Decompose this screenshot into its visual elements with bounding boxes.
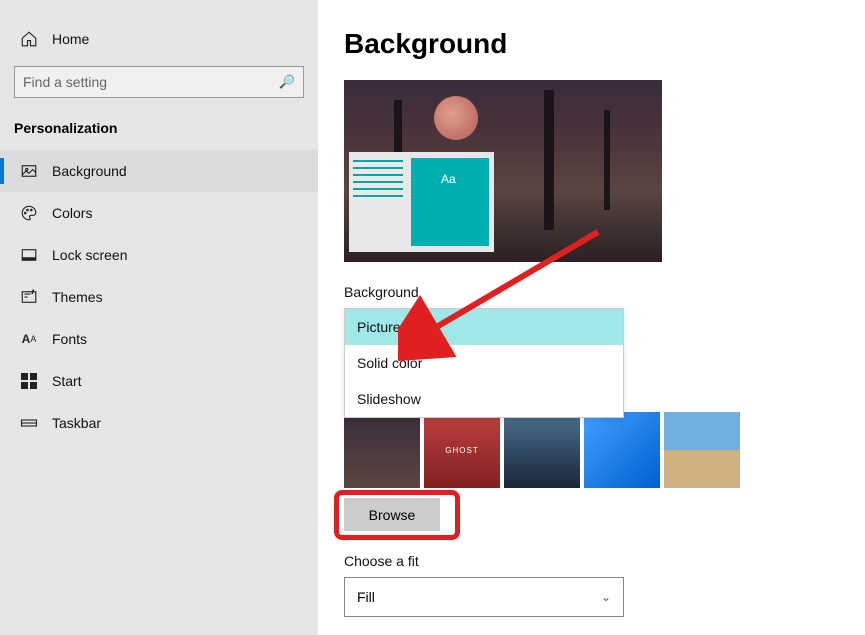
section-title: Personalization: [0, 116, 318, 150]
background-dropdown-label: Background: [344, 284, 865, 300]
home-label: Home: [52, 31, 89, 47]
thumbnail[interactable]: GHOST: [424, 412, 500, 488]
sidebar-item-taskbar[interactable]: Taskbar: [0, 402, 318, 444]
fit-dropdown[interactable]: Fill ⌄: [344, 577, 624, 617]
dropdown-option-slideshow[interactable]: Slideshow: [345, 381, 623, 417]
sidebar-item-background[interactable]: Background: [0, 150, 318, 192]
sidebar-item-label: Start: [52, 373, 82, 389]
background-dropdown-list: Picture Solid color Slideshow: [344, 308, 624, 418]
preview-shape: [604, 110, 610, 210]
browse-button[interactable]: Browse: [344, 498, 440, 531]
fit-label: Choose a fit: [344, 553, 865, 569]
search-input[interactable]: [23, 74, 279, 90]
sidebar-item-label: Lock screen: [52, 247, 127, 263]
picture-thumbnails: GHOST: [344, 412, 865, 488]
lockscreen-icon: [20, 246, 38, 264]
search-icon: 🔍: [279, 74, 295, 90]
thumbnail[interactable]: [344, 412, 420, 488]
sidebar-item-label: Background: [52, 163, 127, 179]
preview-moon: [434, 96, 478, 140]
preview-shape: [544, 90, 554, 230]
themes-icon: [20, 288, 38, 306]
chevron-down-icon: ⌄: [601, 590, 611, 604]
fit-value: Fill: [357, 589, 375, 605]
dropdown-option-solid[interactable]: Solid color: [345, 345, 623, 381]
sidebar-item-fonts[interactable]: AA Fonts: [0, 318, 318, 360]
search-box[interactable]: 🔍: [14, 66, 304, 98]
settings-sidebar: Home 🔍 Personalization Background Colors…: [0, 0, 318, 635]
sidebar-item-lockscreen[interactable]: Lock screen: [0, 234, 318, 276]
picture-icon: [20, 162, 38, 180]
preview-window-mock: Aa: [349, 152, 494, 252]
sidebar-item-label: Fonts: [52, 331, 87, 347]
dropdown-option-picture[interactable]: Picture: [345, 309, 623, 345]
sidebar-item-start[interactable]: Start: [0, 360, 318, 402]
home-icon: [20, 30, 38, 48]
sidebar-item-label: Colors: [52, 205, 92, 221]
palette-icon: [20, 204, 38, 222]
fonts-icon: AA: [20, 330, 38, 348]
start-icon: [20, 372, 38, 390]
content-area: Background Aa Background Picture Solid c…: [318, 0, 865, 635]
wallpaper-preview: Aa: [344, 80, 662, 262]
thumbnail[interactable]: [584, 412, 660, 488]
thumbnail[interactable]: [664, 412, 740, 488]
home-link[interactable]: Home: [0, 24, 318, 62]
sidebar-item-themes[interactable]: Themes: [0, 276, 318, 318]
sidebar-item-label: Themes: [52, 289, 103, 305]
preview-sample-text: Aa: [441, 172, 456, 186]
sidebar-item-label: Taskbar: [52, 415, 101, 431]
sidebar-item-colors[interactable]: Colors: [0, 192, 318, 234]
background-dropdown[interactable]: Picture Solid color Slideshow: [344, 308, 865, 418]
page-title: Background: [344, 28, 865, 60]
thumbnail[interactable]: [504, 412, 580, 488]
taskbar-icon: [20, 414, 38, 432]
